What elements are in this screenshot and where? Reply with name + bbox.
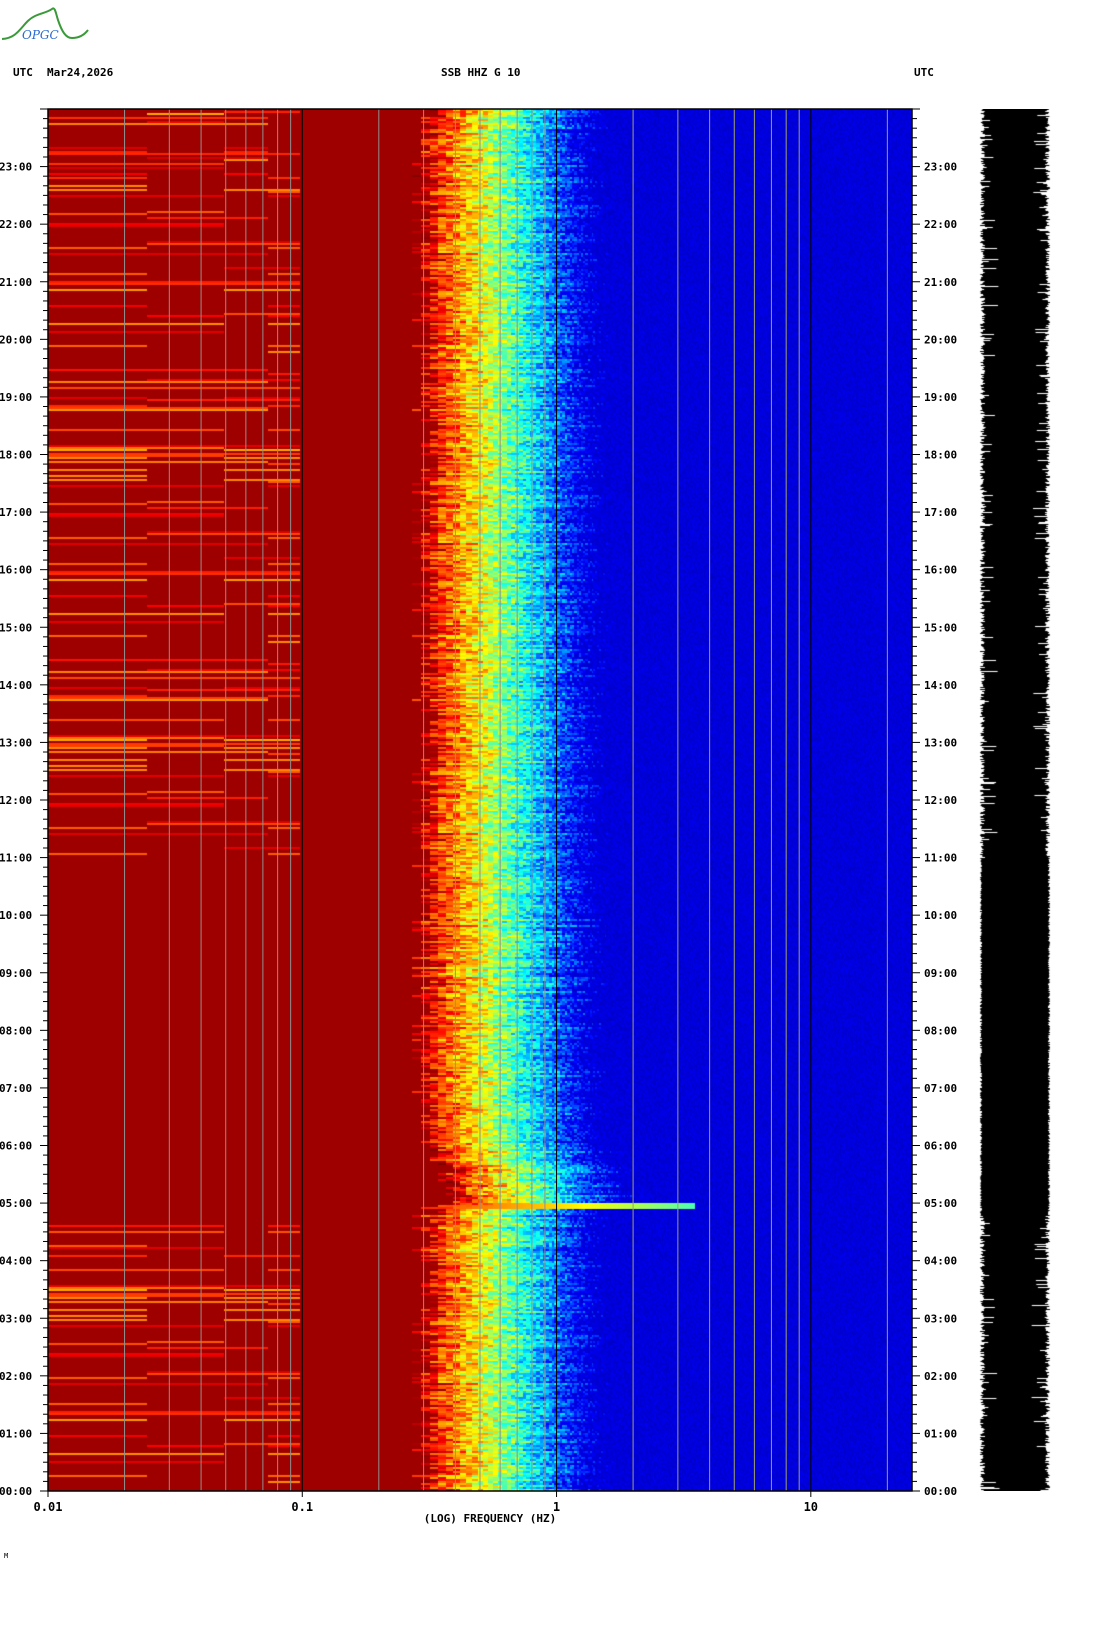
right-hour-label: 16:00 xyxy=(924,564,957,577)
right-hour-label: 06:00 xyxy=(924,1140,957,1153)
left-hour-label: 09:00 xyxy=(0,967,32,980)
right-hour-label: 05:00 xyxy=(924,1197,957,1210)
footer-mark: M xyxy=(4,1552,9,1560)
left-hour-label: 20:00 xyxy=(0,333,32,346)
right-hour-label: 00:00 xyxy=(924,1485,957,1498)
left-hour-label: 14:00 xyxy=(0,679,32,692)
right-hour-label: 19:00 xyxy=(924,391,957,404)
left-hour-label: 06:00 xyxy=(0,1140,32,1153)
left-hour-label: 00:00 xyxy=(0,1485,32,1498)
left-hour-label: 04:00 xyxy=(0,1255,32,1268)
left-hour-label: 23:00 xyxy=(0,161,32,174)
left-hour-label: 01:00 xyxy=(0,1427,32,1440)
right-hour-label: 12:00 xyxy=(924,794,957,807)
right-hour-label: 13:00 xyxy=(924,736,957,749)
left-hour-label: 11:00 xyxy=(0,852,32,865)
left-hour-label: 15:00 xyxy=(0,621,32,634)
right-hour-label: 22:00 xyxy=(924,218,957,231)
left-hour-label: 07:00 xyxy=(0,1082,32,1095)
right-hour-label: 10:00 xyxy=(924,909,957,922)
left-hour-label: 05:00 xyxy=(0,1197,32,1210)
left-hour-label: 02:00 xyxy=(0,1370,32,1383)
x-tick-label: 0.01 xyxy=(34,1500,63,1514)
right-hour-label: 18:00 xyxy=(924,449,957,462)
right-hour-label: 17:00 xyxy=(924,506,957,519)
right-hour-label: 11:00 xyxy=(924,852,957,865)
right-hour-label: 07:00 xyxy=(924,1082,957,1095)
chart-axes: 00:00 00:00 01:00 01:00 02:00 02:00 03:00 03:00… xyxy=(0,108,957,1525)
left-hour-label: 22:00 xyxy=(0,218,32,231)
left-hour-label: 13:00 xyxy=(0,736,32,749)
right-hour-label: 04:00 xyxy=(924,1255,957,1268)
right-hour-label: 02:00 xyxy=(924,1370,957,1383)
right-hour-label: 14:00 xyxy=(924,679,957,692)
x-tick-label: 10 xyxy=(804,1500,818,1514)
right-hour-label: 09:00 xyxy=(924,967,957,980)
left-hour-label: 19:00 xyxy=(0,391,32,404)
left-hour-label: 03:00 xyxy=(0,1312,32,1325)
right-hour-label: 08:00 xyxy=(924,1024,957,1037)
left-hour-label: 18:00 xyxy=(0,449,32,462)
left-hour-label: 16:00 xyxy=(0,564,32,577)
left-hour-label: 17:00 xyxy=(0,506,32,519)
left-hour-label: 12:00 xyxy=(0,794,32,807)
left-hour-label: 21:00 xyxy=(0,276,32,289)
x-axis-label: (LOG) FREQUENCY (HZ) xyxy=(424,1512,556,1525)
right-hour-label: 21:00 xyxy=(924,276,957,289)
left-hour-label: 10:00 xyxy=(0,909,32,922)
right-hour-label: 01:00 xyxy=(924,1427,957,1440)
left-hour-label: 08:00 xyxy=(0,1024,32,1037)
right-hour-label: 20:00 xyxy=(924,333,957,346)
right-hour-label: 03:00 xyxy=(924,1312,957,1325)
right-hour-label: 23:00 xyxy=(924,161,957,174)
x-tick-label: 0.1 xyxy=(291,1500,313,1514)
right-hour-label: 15:00 xyxy=(924,621,957,634)
